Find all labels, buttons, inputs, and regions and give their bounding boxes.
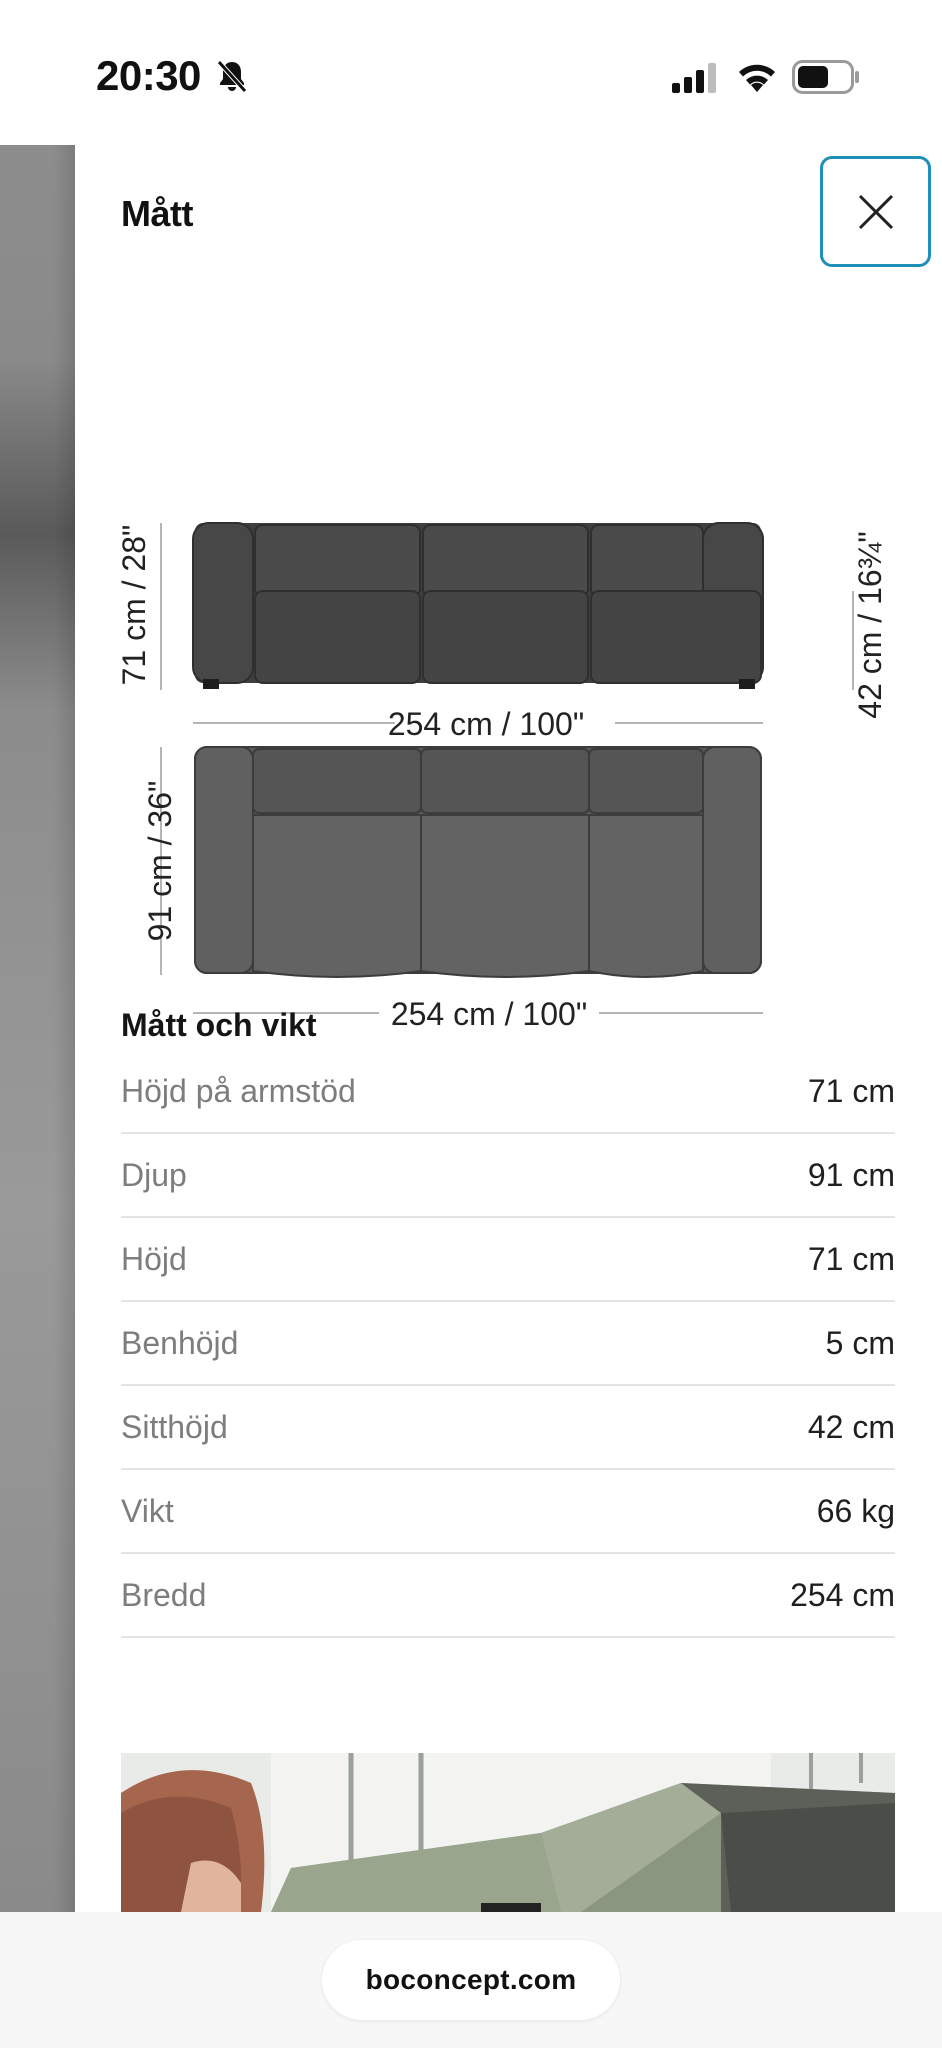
browser-bar: boconcept.com (0, 1912, 942, 2048)
specs-list: Höjd på armstöd 71 cm Djup 91 cm Höjd 71… (121, 1050, 895, 1638)
address-bar[interactable]: boconcept.com (322, 1940, 620, 2020)
sofa-front-view (192, 522, 764, 689)
top-width-label: 254 cm / 100" (391, 996, 587, 1032)
spec-value: 71 cm (807, 1072, 895, 1109)
spec-label: Höjd (121, 1240, 187, 1277)
spec-row-seat-height: Sitthöjd 42 cm (121, 1386, 895, 1470)
spec-label: Vikt (121, 1492, 174, 1529)
top-depth-label: 91 cm / 36" (142, 781, 178, 942)
spec-value: 5 cm (825, 1324, 895, 1361)
battery-icon (792, 60, 859, 94)
spec-row-weight: Vikt 66 kg (121, 1470, 895, 1554)
wifi-icon (739, 64, 775, 92)
spec-row-leg-height: Benhöjd 5 cm (121, 1302, 895, 1386)
spec-row-armrest-height: Höjd på armstöd 71 cm (121, 1050, 895, 1134)
close-button[interactable] (820, 156, 931, 267)
dimensions-panel: Mått 71 cm / 28" 42 cm / 16¾" 254 cm / 1… (75, 145, 942, 1912)
front-height-label: 71 cm / 28" (116, 525, 152, 686)
sofa-top-view (194, 746, 762, 978)
bell-slash-icon (217, 60, 247, 93)
spec-value: 71 cm (807, 1240, 895, 1277)
spec-row-height: Höjd 71 cm (121, 1218, 895, 1302)
specs-title: Mått och vikt (121, 1007, 317, 1043)
dimension-diagram: 71 cm / 28" 42 cm / 16¾" 254 cm / 100" 9… (116, 522, 888, 1032)
spec-value: 66 kg (816, 1492, 895, 1529)
url-text: boconcept.com (365, 1964, 577, 1995)
room-photo (121, 1753, 895, 1912)
spec-value: 254 cm (790, 1576, 895, 1613)
spec-value: 91 cm (807, 1156, 895, 1193)
front-width-label: 254 cm / 100" (388, 706, 584, 742)
status-time: 20:30 (96, 52, 201, 99)
spec-label: Sitthöjd (121, 1408, 228, 1445)
spec-row-depth: Djup 91 cm (121, 1134, 895, 1218)
panel-title: Mått (121, 193, 194, 234)
cellular-signal-icon (672, 63, 716, 93)
spec-label: Höjd på armstöd (121, 1072, 356, 1109)
spec-label: Benhöjd (121, 1324, 239, 1361)
spec-label: Bredd (121, 1576, 207, 1613)
close-icon (858, 194, 893, 229)
spec-label: Djup (121, 1156, 187, 1193)
status-bar: 20:30 (0, 0, 942, 145)
spec-value: 42 cm (807, 1408, 895, 1445)
spec-row-width: Bredd 254 cm (121, 1554, 895, 1638)
seat-height-label: 42 cm / 16¾" (852, 531, 888, 718)
backdrop-overlay[interactable] (0, 145, 75, 1912)
